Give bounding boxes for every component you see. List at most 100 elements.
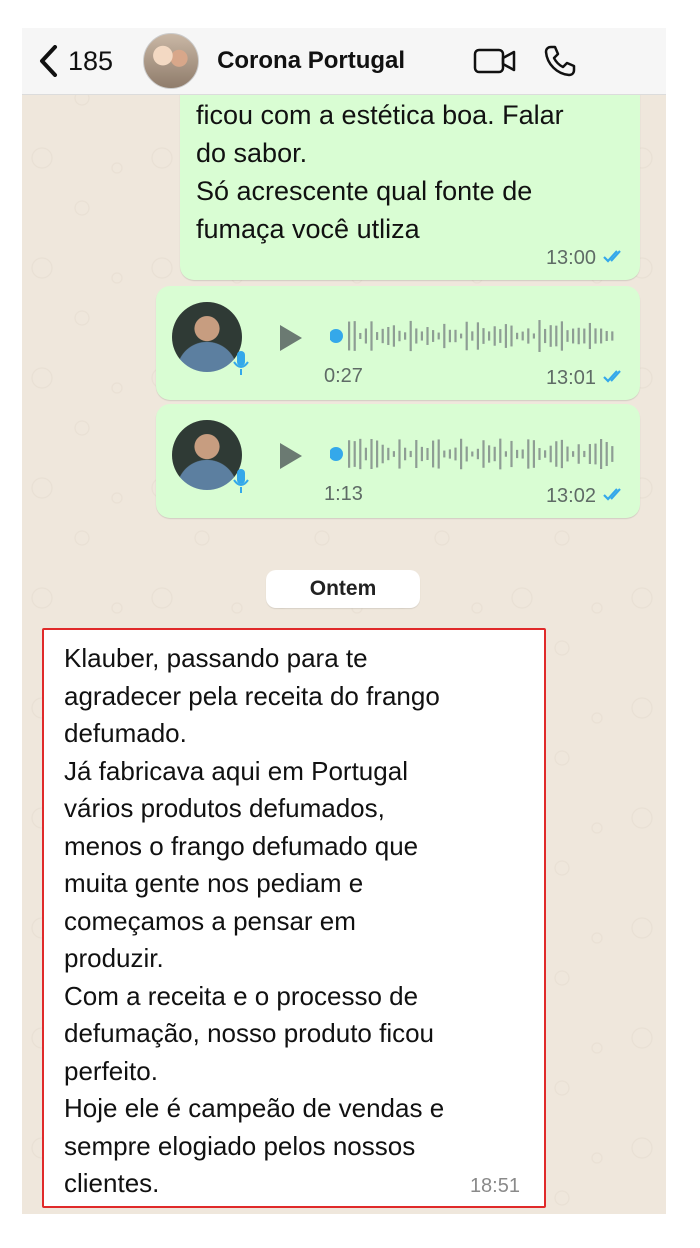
waveform-bar [521, 331, 524, 341]
waveform-bar [488, 445, 491, 463]
waveform-bar [381, 328, 384, 344]
waveform-bar [454, 329, 457, 343]
waveform-bar [364, 328, 367, 344]
waveform-bar [387, 326, 390, 346]
waveform-bar [510, 325, 513, 347]
waveform-bar [566, 330, 569, 342]
message-meta: 13:01 [546, 367, 628, 390]
waveform-bar [588, 444, 591, 464]
voice-duration: 0:27 [324, 365, 363, 387]
waveform-bar [381, 444, 384, 464]
waveform-bar [605, 441, 608, 467]
message-time: 18:51 [469, 1175, 520, 1197]
waveform-bar [516, 449, 519, 459]
received-message-text: Klauber, passando para te agradecer pela… [64, 643, 445, 1198]
chat-header: 185 Corona Portugal [22, 28, 666, 95]
waveform-bar [348, 321, 351, 351]
message-time: 13:02 [545, 485, 596, 507]
message-time: 13:01 [545, 367, 596, 389]
phone-call-icon[interactable] [543, 44, 577, 78]
waveform-bar [359, 333, 362, 339]
chat-screen: defumar deu certo e o produto ficou com … [22, 28, 666, 1214]
waveform-bar [370, 439, 373, 469]
waveform-bar [404, 447, 407, 461]
waveform-bar [527, 439, 530, 469]
waveform-bar [560, 321, 563, 351]
chat-title[interactable]: Corona Portugal [217, 47, 405, 75]
waveform-bar [387, 447, 390, 461]
waveform-bar [353, 441, 356, 467]
playhead[interactable] [330, 447, 343, 461]
waveform-bar [415, 439, 418, 469]
waveform-bar [432, 330, 435, 342]
waveform-bar [443, 323, 446, 349]
date-separator: Ontem [266, 570, 420, 608]
waveform-bar [577, 444, 580, 464]
waveform-bar [538, 320, 541, 352]
waveform-bar [376, 440, 379, 468]
waveform-bar [499, 438, 502, 470]
waveform-bar [544, 328, 547, 344]
double-check-icon [602, 367, 628, 390]
sent-message-bubble[interactable]: defumar deu certo e o produto ficou com … [180, 62, 640, 280]
waveform-bar [409, 320, 412, 352]
waveform-bar [538, 448, 541, 460]
waveform-bar [583, 450, 586, 458]
waveform-bar [432, 440, 435, 468]
waveform-bar [549, 445, 552, 463]
waveform-bar [426, 447, 429, 461]
audio-waveform[interactable] [330, 434, 616, 474]
waveform-bar [465, 321, 468, 351]
waveform-bar [364, 447, 367, 461]
waveform-bar [476, 448, 479, 460]
message-time: 13:00 [545, 247, 596, 269]
waveform-bar [600, 439, 603, 469]
waveform-bar [605, 331, 608, 341]
back-button[interactable]: 185 [38, 45, 113, 77]
waveform-bar [359, 438, 362, 470]
waveform-bar [544, 450, 547, 458]
waveform-bar [420, 446, 423, 462]
waveform-bar [555, 441, 558, 467]
waveform-bar [448, 449, 451, 459]
audio-waveform[interactable] [330, 316, 616, 356]
waveform-bar [493, 326, 496, 346]
waveform-bar [516, 332, 519, 340]
voice-message-bubble[interactable]: 0:27 13:01 [156, 286, 640, 400]
unread-count: 185 [68, 45, 114, 76]
waveform-bar [426, 327, 429, 345]
waveform-bar [532, 333, 535, 339]
waveform-bar [420, 331, 423, 341]
waveform-bar [415, 328, 418, 344]
waveform-bar [392, 325, 395, 347]
received-message-bubble[interactable]: Klauber, passando para te agradecer pela… [42, 628, 546, 1208]
waveform-bar [588, 322, 591, 350]
waveform-bar [437, 439, 440, 469]
voice-duration: 1:13 [324, 483, 363, 505]
waveform-bar [527, 328, 530, 344]
waveform-bar [499, 329, 502, 343]
video-call-icon[interactable] [473, 47, 517, 75]
waveform-bar [493, 446, 496, 462]
waveform-bar [566, 446, 569, 462]
voice-message-bubble[interactable]: 1:13 13:02 [156, 404, 640, 518]
waveform-bar [353, 321, 356, 351]
waveform-bar [572, 451, 575, 457]
sender-avatar [172, 420, 249, 493]
waveform-bar [398, 439, 401, 469]
play-icon[interactable] [278, 323, 304, 353]
mic-icon [233, 351, 249, 375]
waveform-bar [370, 321, 373, 351]
group-avatar[interactable] [143, 33, 200, 89]
waveform-bar [611, 446, 614, 462]
waveform-bar [398, 330, 401, 342]
waveform-bar [348, 440, 351, 468]
message-meta: 18:51 [470, 1175, 520, 1198]
message-meta: 13:02 [546, 485, 628, 508]
playhead[interactable] [330, 329, 343, 343]
waveform-bar [611, 331, 614, 341]
waveform-bar [521, 449, 524, 459]
waveform-bar [482, 440, 485, 468]
waveform-bar [594, 443, 597, 465]
play-icon[interactable] [278, 441, 304, 471]
